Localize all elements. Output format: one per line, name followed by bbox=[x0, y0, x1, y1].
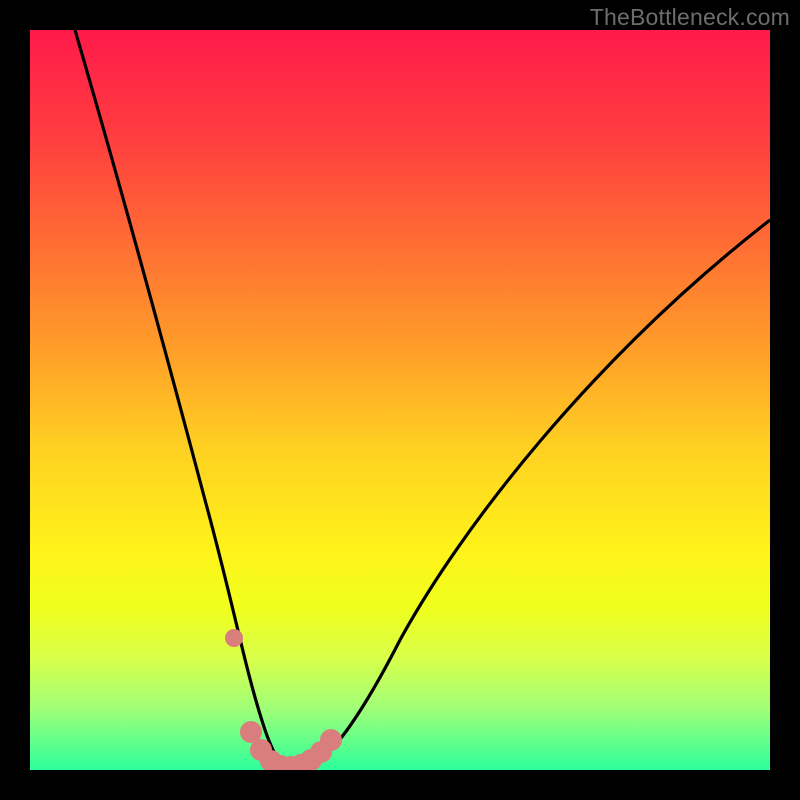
attribution-label: TheBottleneck.com bbox=[590, 4, 790, 31]
bottleneck-curve-path bbox=[75, 30, 770, 769]
plot-area bbox=[30, 30, 770, 770]
chart-frame: TheBottleneck.com bbox=[0, 0, 800, 800]
curve-layer bbox=[30, 30, 770, 770]
